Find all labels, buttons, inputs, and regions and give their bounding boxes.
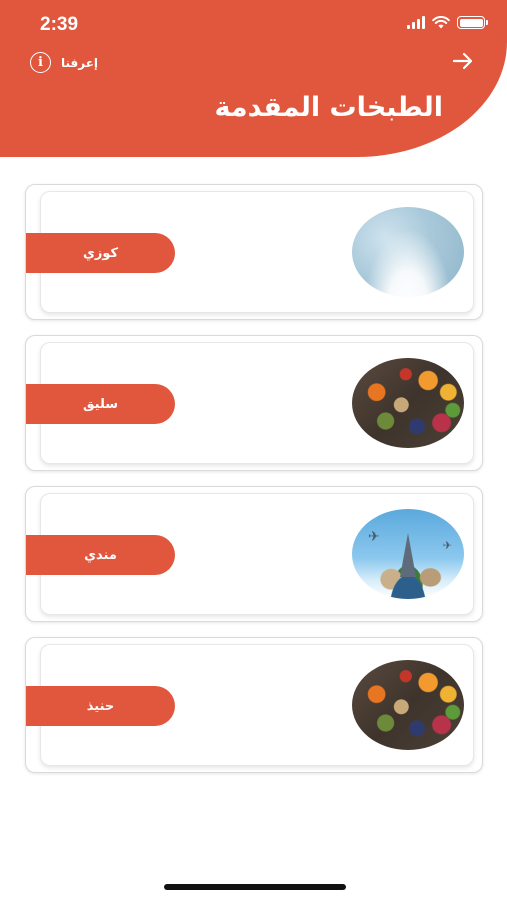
header: 2:39 i إعرفنا الطبخات المقدمة <box>0 0 507 157</box>
info-icon: i <box>30 52 51 73</box>
home-indicator[interactable] <box>164 884 346 890</box>
page-title: الطبخات المقدمة <box>214 92 443 123</box>
eiffel-tower-shape <box>400 533 416 577</box>
cuisine-list: كوزي سليق مندي ✈ ✈ حنيذ <box>25 184 483 788</box>
about-label: إعرفنا <box>61 55 99 70</box>
battery-icon <box>457 16 488 29</box>
wifi-icon <box>432 16 450 29</box>
travel-landmarks-image: ✈ ✈ <box>352 509 464 599</box>
food-ingredients-image <box>352 660 464 750</box>
cuisine-card[interactable]: كوزي <box>25 184 483 320</box>
food-ingredients-image <box>352 358 464 448</box>
cuisine-card[interactable]: مندي ✈ ✈ <box>25 486 483 622</box>
cuisine-label: حنيذ <box>26 686 175 726</box>
cuisine-label: كوزي <box>26 233 175 273</box>
cuisine-label: مندي <box>26 535 175 575</box>
arrow-right-icon[interactable] <box>452 50 474 72</box>
airplane-icon: ✈ <box>442 539 452 552</box>
about-button[interactable]: i إعرفنا <box>30 52 98 73</box>
cozy-winter-image <box>352 207 464 297</box>
status-icons <box>407 16 488 29</box>
cuisine-label: سليق <box>26 384 175 424</box>
signal-icon <box>407 16 425 29</box>
airplane-icon: ✈ <box>368 529 380 545</box>
cuisine-card[interactable]: حنيذ <box>25 637 483 773</box>
status-time: 2:39 <box>40 14 79 35</box>
cuisine-card[interactable]: سليق <box>25 335 483 471</box>
